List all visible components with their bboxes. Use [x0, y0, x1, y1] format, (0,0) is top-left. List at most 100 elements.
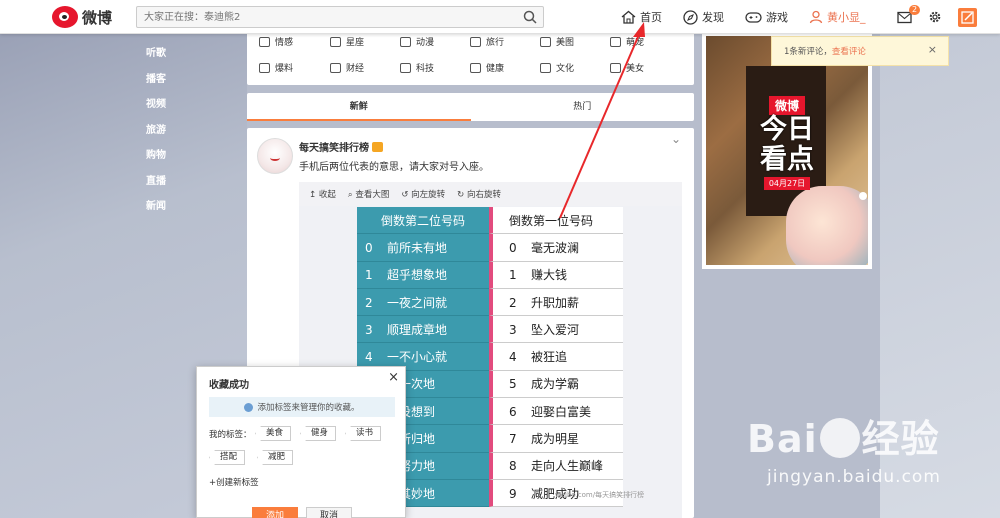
category-item[interactable]: 动漫 [400, 35, 434, 48]
tag-chip[interactable]: 减肥 [257, 450, 294, 465]
category-item[interactable]: 财经 [330, 61, 364, 74]
category-item[interactable]: 爆料 [259, 61, 293, 74]
last-digit-cell: 2 升职加薪 [488, 288, 623, 317]
tag-chip[interactable]: 读书 [345, 426, 382, 441]
category-icon [540, 62, 551, 73]
home-icon [621, 10, 636, 24]
author-name-row: 每天搞笑排行榜 [299, 139, 383, 154]
last-digit-cell: 4 被狂追 [488, 343, 623, 371]
category-item[interactable]: 萌宠 [610, 35, 644, 48]
messages-button[interactable] [897, 0, 912, 34]
leftnav-item[interactable]: 视频 [146, 95, 166, 121]
gear-icon [929, 11, 941, 23]
second-last-digit-cell: 1 超乎想象地 [357, 261, 489, 289]
logo-text: 微博 [82, 8, 113, 27]
table-row: 2 一夜之间就 2 升职加薪 [357, 288, 623, 317]
category-item[interactable]: 文化 [540, 61, 574, 74]
feed-tabs: 新鲜 热门 [247, 93, 694, 121]
tag-chip[interactable]: 搭配 [209, 450, 246, 465]
left-navigation: 听歌 播客 视频 旅游 购物 直播 新闻 [146, 44, 166, 223]
category-icon [470, 62, 481, 73]
chevron-down-icon[interactable]: ⌄ [671, 132, 681, 146]
ad-date: 04月27日 [763, 177, 811, 190]
ad-brand: 微博 [768, 96, 805, 115]
new-comment-notification: 1条新评论，查看评论 × [771, 36, 949, 66]
category-item[interactable]: 情感 [259, 35, 293, 48]
tag-chip[interactable]: 美食 [255, 426, 292, 441]
category-icon [330, 62, 341, 73]
view-comments-link[interactable]: 查看评论 [832, 47, 866, 57]
category-icon [610, 36, 621, 47]
image-watermark: weibo.com/每天搞笑排行榜 [555, 491, 645, 499]
category-icon [330, 36, 341, 47]
nav-discover[interactable]: 发现 [683, 0, 724, 34]
rotate-left-button[interactable]: ↺ 向左旋转 [401, 188, 445, 200]
table-row: 1 超乎想象地 1 赚大钱 [357, 261, 623, 289]
tab-hot[interactable]: 热门 [471, 93, 695, 121]
leftnav-item[interactable]: 购物 [146, 146, 166, 172]
table-row: 3 顺理成章地 3 坠入爱河 [357, 316, 623, 344]
weibo-logo[interactable]: 微博 [52, 5, 114, 29]
second-last-digit-cell: 0 前所未有地 [357, 234, 489, 262]
settings-button[interactable] [928, 0, 942, 34]
category-item[interactable]: 旅行 [470, 35, 504, 48]
leftnav-item[interactable]: 听歌 [146, 44, 166, 70]
author-name[interactable]: 每天搞笑排行榜 [299, 143, 369, 154]
view-large-button[interactable]: ⌕ 查看大图 [348, 188, 389, 200]
nav-game-label: 游戏 [766, 11, 788, 24]
top-navigation-bar: 微博 首页 发现 游戏 黄小显 [0, 0, 1000, 34]
category-item[interactable]: 美图 [540, 35, 574, 48]
baidu-jingyan-watermark: Bai 经验 jingyan.baidu.com [747, 417, 941, 487]
my-tags-label: 我的标签： [209, 430, 252, 440]
leftnav-item[interactable]: 播客 [146, 70, 166, 96]
compose-post-button[interactable] [958, 8, 977, 27]
nav-user-profile[interactable]: 黄小显_ [809, 0, 866, 34]
category-item[interactable]: 美女 [610, 61, 644, 74]
tab-fresh[interactable]: 新鲜 [247, 93, 471, 121]
category-icon [470, 36, 481, 47]
category-icon [400, 36, 411, 47]
favorite-success-dialog: 收藏成功 × 添加标签来管理你的收藏。 我的标签： 美食 健身 读书 搭配 减肥… [196, 366, 406, 518]
category-card: 情感 星座 动漫 旅行 美图 萌宠 爆料 财经 科技 健康 文化 美女 [247, 32, 694, 85]
nav-discover-label: 发现 [702, 11, 724, 24]
vip-crown-icon [372, 142, 383, 152]
create-new-tag-link[interactable]: +创建新标签 [209, 476, 259, 488]
today-highlights-ad[interactable]: 微博 今日 看点 04月27日 [702, 32, 872, 269]
table-row: 0 前所未有地 0 毫无波澜 [357, 234, 623, 262]
dialog-title: 收藏成功 [209, 380, 249, 391]
leftnav-item[interactable]: 新闻 [146, 197, 166, 223]
ad-image: 微博 今日 看点 04月27日 [706, 36, 868, 265]
category-item[interactable]: 科技 [400, 61, 434, 74]
weibo-eye-icon [52, 6, 78, 28]
close-icon[interactable]: × [928, 43, 937, 56]
collapse-button[interactable]: ↥ 收起 [309, 188, 336, 200]
edit-icon [961, 11, 974, 24]
category-item[interactable]: 星座 [330, 35, 364, 48]
rotate-right-button[interactable]: ↻ 向右旋转 [457, 188, 501, 200]
last-digit-cell: 7 成为明星 [488, 425, 623, 453]
search-input[interactable] [137, 7, 507, 27]
category-icon [259, 62, 270, 73]
message-count-badge: 2 [909, 5, 921, 15]
author-avatar[interactable] [257, 138, 293, 174]
last-digit-cell: 1 赚大钱 [488, 261, 623, 289]
leftnav-item[interactable]: 直播 [146, 172, 166, 198]
nav-home[interactable]: 首页 [621, 0, 662, 34]
add-button[interactable]: 添加 [252, 507, 298, 518]
search-icon[interactable] [523, 10, 537, 24]
close-icon[interactable]: × [388, 370, 399, 385]
info-icon [244, 402, 254, 412]
notification-text: 1条新评论， [784, 47, 832, 57]
leftnav-item[interactable]: 旅游 [146, 121, 166, 147]
cancel-button[interactable]: 取消 [306, 507, 352, 518]
dialog-tip: 添加标签来管理你的收藏。 [209, 397, 395, 417]
category-item[interactable]: 健康 [470, 61, 504, 74]
nav-game[interactable]: 游戏 [745, 0, 788, 34]
carousel-dot[interactable] [859, 192, 867, 200]
last-digit-cell: 5 成为学霸 [488, 370, 623, 399]
header-left: 倒数第二位号码 [357, 207, 489, 235]
second-last-digit-cell: 3 顺理成章地 [357, 316, 489, 344]
search-box [136, 6, 544, 28]
tag-chip[interactable]: 健身 [300, 426, 337, 441]
anime-character-image [786, 186, 868, 265]
